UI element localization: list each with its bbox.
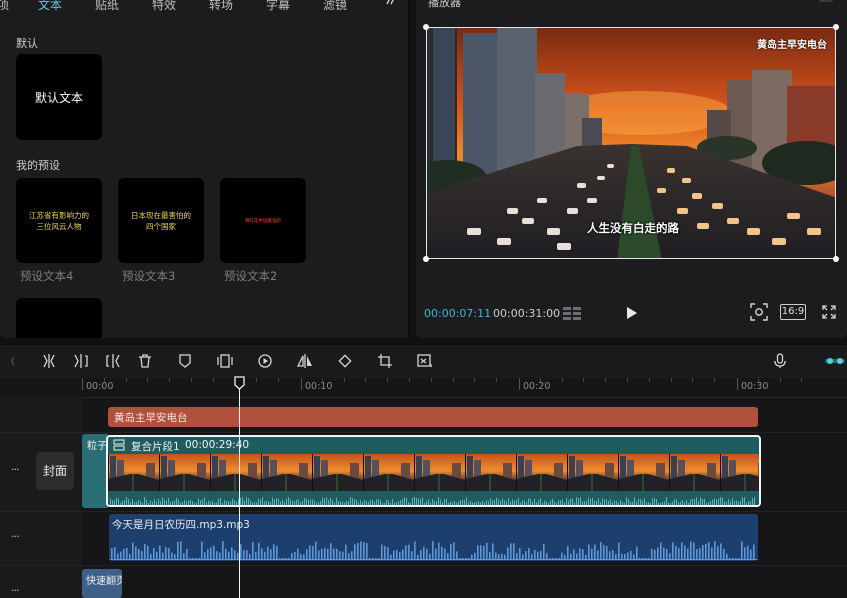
video-track-more-icon[interactable]: ··· [11,463,19,476]
focus-icon[interactable] [750,303,768,321]
player-title: 播放器 [428,0,461,9]
clip-thumbnails [108,454,759,491]
preset-card-3-text: 日本现在最害怕的 四个国家 [131,210,191,231]
ruler-label-20: 00:20 [523,381,551,392]
preset-card-4-text: 江苏省有影响力的 三位风云人物 [29,210,89,231]
my-presets-section-title: 我的预设 [16,159,60,172]
resize-handle-top-right[interactable] [833,24,839,30]
tab-captions[interactable]: 字幕 [266,0,290,13]
resize-handle-bottom-left[interactable] [423,256,429,262]
preset-label-2: 预设文本2 [224,269,278,283]
delete-icon[interactable] [137,353,153,369]
text-library-panel: 项 文本 贴纸 特效 转场 字幕 滤镜 默认 默认文本 我的预设 江苏省有影响力… [0,0,410,338]
video-caption-text[interactable]: 人生没有白走的路 [587,220,679,236]
ruler-label-10: 00:10 [305,381,333,392]
preset-card-2-text: 哪吒是中国最强的 [245,218,281,224]
marker-icon[interactable] [177,353,193,369]
mirror-icon[interactable] [296,353,313,369]
expand-tabs-icon[interactable] [385,0,397,10]
audio-waveform [109,541,758,560]
split-left-icon[interactable] [73,353,89,369]
tab-effects[interactable]: 特效 [152,0,176,13]
reverse-play-icon[interactable] [257,353,273,369]
freeze-frame-icon[interactable] [217,353,233,369]
playhead-handle[interactable] [234,376,245,390]
panel-divider[interactable] [408,0,410,338]
total-time: 00:00:31:00 [493,307,561,320]
page-flip-sfx-clip[interactable]: 快速翻页 [82,569,122,598]
timeline-panel[interactable]: 00:00 00:10 00:20 00:30 ··· ··· ··· 封面 黄… [0,378,847,598]
player-panel: 播放器 黄岛主早安电台 人生没有白走的路 00:00:07:11 00:00:3… [416,0,847,338]
video-preview[interactable]: 黄岛主早安电台 人生没有白走的路 [426,27,836,259]
rotate-icon[interactable] [337,353,353,369]
preset-card-1[interactable] [16,298,102,338]
preset-card-2[interactable]: 哪吒是中国最强的 [220,178,306,263]
default-text-card-label: 默认文本 [34,90,83,105]
resize-handle-bottom-right[interactable] [833,256,839,262]
compound-clip-title: 复合片段1 [131,441,180,453]
cover-button[interactable]: 封面 [36,452,74,490]
compound-video-clip[interactable]: 复合片段1 00:00:29:40 [106,435,761,507]
default-text-card[interactable]: 默认文本 [16,54,102,140]
split-icon[interactable] [41,353,57,369]
audio-track-more-icon[interactable]: ··· [11,530,19,543]
compound-clip-icon [113,439,125,451]
preset-card-3[interactable]: 日本现在最害怕的 四个国家 [118,178,204,263]
text-clip-label: 黄岛主早安电台 [114,412,188,424]
play-button[interactable] [625,305,639,321]
ruler-label-30: 00:30 [741,381,769,392]
preset-label-3: 预设文本3 [122,269,176,283]
tab-transitions[interactable]: 转场 [209,0,233,13]
tab-text[interactable]: 文本 [38,0,62,13]
video-watermark-text: 黄岛主早安电台 [757,40,827,51]
smart-cutout-icon[interactable] [417,353,433,369]
fullscreen-icon[interactable] [822,305,836,319]
undo-icon[interactable] [8,353,24,369]
ruler-label-0: 00:00 [86,381,114,392]
grid-icon[interactable] [562,305,582,321]
resize-handle-top-left[interactable] [423,24,429,30]
current-time: 00:00:07:11 [424,307,492,320]
microphone-icon[interactable] [772,353,788,369]
time-ruler[interactable]: 00:00 00:10 00:20 00:30 [82,378,847,398]
editing-toolbar [0,344,847,378]
split-right-icon[interactable] [105,353,121,369]
clip-audio-waveform [108,495,759,505]
default-section-title: 默认 [16,37,38,50]
playhead-line[interactable] [239,378,240,598]
crop-icon[interactable] [377,353,393,369]
fast-clip-label: 快速翻页 [86,576,122,587]
track-headers [0,398,82,598]
tab-stickers[interactable]: 贴纸 [95,0,119,13]
particle-effect-clip[interactable]: 粒子 [82,434,108,508]
audio-clip[interactable]: 今天是月日农历四.mp3.mp3 [109,514,758,561]
tab-project[interactable]: 项 [0,0,9,13]
particle-clip-label: 粒子 [87,441,107,452]
text-clip[interactable]: 黄岛主早安电台 [108,407,758,427]
preset-card-4[interactable]: 江苏省有影响力的 三位风云人物 [16,178,102,263]
category-tabs: 项 文本 贴纸 特效 转场 字幕 滤镜 [0,0,410,18]
tab-filters[interactable]: 滤镜 [323,0,347,13]
sfx-track-more-icon[interactable]: ··· [11,584,19,597]
aspect-ratio-button[interactable]: 16:9 [780,304,806,320]
timeline-link-toggle[interactable] [824,353,846,369]
preset-label-4: 预设文本4 [20,269,74,283]
player-menu-icon[interactable] [819,0,833,2]
